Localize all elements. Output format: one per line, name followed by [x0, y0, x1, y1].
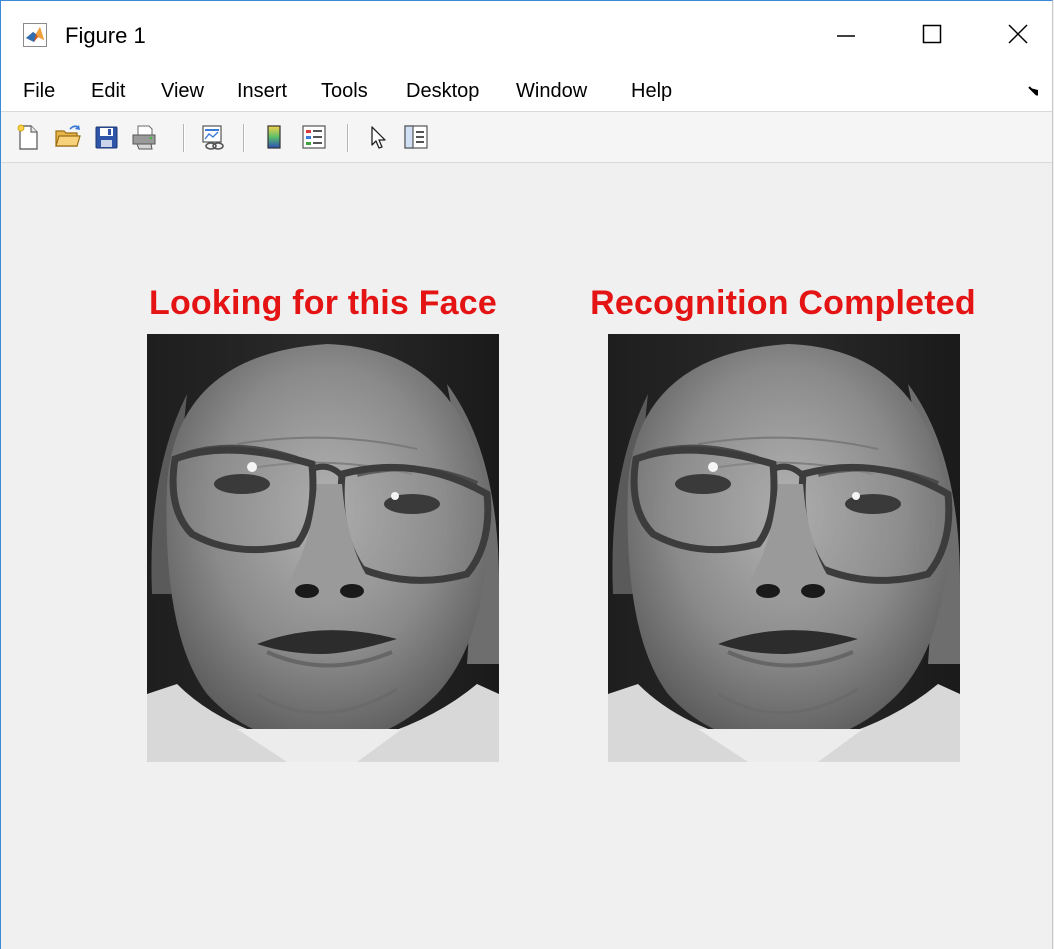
title-bar[interactable]: Figure 1	[1, 1, 1052, 71]
menu-tools[interactable]: Tools	[321, 77, 368, 105]
toolbar-separator	[347, 124, 349, 152]
menu-insert[interactable]: Insert	[237, 77, 287, 105]
save-icon[interactable]	[91, 122, 121, 152]
dock-figure-icon[interactable]	[1026, 83, 1042, 99]
menu-help[interactable]: Help	[631, 77, 672, 105]
close-button[interactable]	[983, 11, 1052, 57]
figure-toolbar	[1, 112, 1052, 163]
window-title: Figure 1	[65, 23, 146, 48]
figure-window: Figure 1 File Edit View Insert Tools Des…	[0, 0, 1053, 949]
face-image-query	[147, 334, 499, 762]
property-inspector-icon[interactable]	[401, 122, 431, 152]
subplot-title-right: Recognition Completed	[590, 284, 976, 322]
menu-desktop[interactable]: Desktop	[406, 77, 479, 105]
menu-view[interactable]: View	[161, 77, 204, 105]
subplot-title-left: Looking for this Face	[148, 284, 497, 322]
edit-plot-pointer-icon[interactable]	[363, 122, 393, 152]
menu-bar: File Edit View Insert Tools Desktop Wind…	[1, 71, 1052, 112]
close-icon	[1008, 24, 1028, 44]
toolbar-separator	[243, 124, 245, 152]
maximize-icon	[922, 24, 942, 44]
print-icon[interactable]	[129, 122, 159, 152]
matlab-logo-icon	[23, 23, 47, 47]
minimize-button[interactable]	[811, 11, 881, 57]
menu-edit[interactable]: Edit	[91, 77, 125, 105]
menu-file[interactable]: File	[23, 77, 55, 105]
toolbar-separator	[183, 124, 185, 152]
open-file-icon[interactable]	[53, 122, 83, 152]
minimize-icon	[837, 35, 855, 37]
menu-window[interactable]: Window	[516, 77, 587, 105]
link-plot-icon[interactable]	[199, 122, 229, 152]
face-image-match	[608, 334, 960, 762]
new-figure-icon[interactable]	[13, 122, 43, 152]
figure-canvas: Looking for this Face Recognition Comple…	[1, 163, 1052, 949]
colorbar-icon[interactable]	[259, 122, 289, 152]
maximize-button[interactable]	[897, 11, 967, 57]
legend-icon[interactable]	[299, 122, 329, 152]
